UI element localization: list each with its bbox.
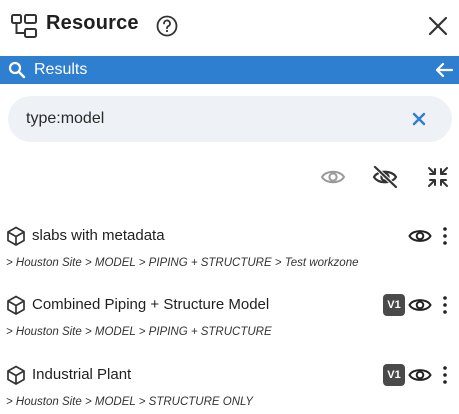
- visibility-eye-icon[interactable]: [408, 365, 432, 385]
- results-label: Results: [34, 61, 88, 78]
- item-name: slabs with metadata: [32, 227, 165, 244]
- more-options-icon[interactable]: [437, 226, 453, 246]
- help-icon[interactable]: [156, 15, 178, 37]
- collapse-icon[interactable]: [426, 165, 450, 189]
- search-icon: [8, 61, 26, 79]
- model-cube-icon: [7, 365, 25, 385]
- panel-header: Resource: [0, 0, 459, 54]
- model-cube-icon: [7, 295, 25, 315]
- results-bar: Results: [0, 56, 459, 84]
- search-input[interactable]: [26, 96, 406, 142]
- item-path-breadcrumb: > Houston Site > MODEL > STRUCTURE ONLY: [6, 396, 254, 408]
- close-icon[interactable]: [426, 14, 450, 38]
- page-title: Resource: [46, 12, 139, 34]
- item-path-breadcrumb: > Houston Site > MODEL > PIPING + STRUCT…: [6, 257, 359, 269]
- back-arrow-icon[interactable]: [434, 61, 454, 79]
- hide-all-icon[interactable]: [371, 165, 399, 189]
- hierarchy-icon: [11, 14, 37, 38]
- model-cube-icon: [7, 226, 25, 246]
- version-badge: V1: [383, 364, 405, 386]
- show-all-icon[interactable]: [320, 165, 346, 189]
- more-options-icon[interactable]: [437, 365, 453, 385]
- visibility-eye-icon[interactable]: [408, 226, 432, 246]
- item-name: Industrial Plant: [32, 366, 132, 383]
- item-path-breadcrumb: > Houston Site > MODEL > PIPING + STRUCT…: [6, 326, 272, 338]
- more-options-icon[interactable]: [437, 295, 453, 315]
- clear-search-icon[interactable]: [410, 110, 428, 128]
- item-name: Combined Piping + Structure Model: [32, 296, 270, 313]
- version-badge: V1: [383, 294, 405, 316]
- visibility-eye-icon[interactable]: [408, 295, 432, 315]
- search-field: [8, 96, 452, 142]
